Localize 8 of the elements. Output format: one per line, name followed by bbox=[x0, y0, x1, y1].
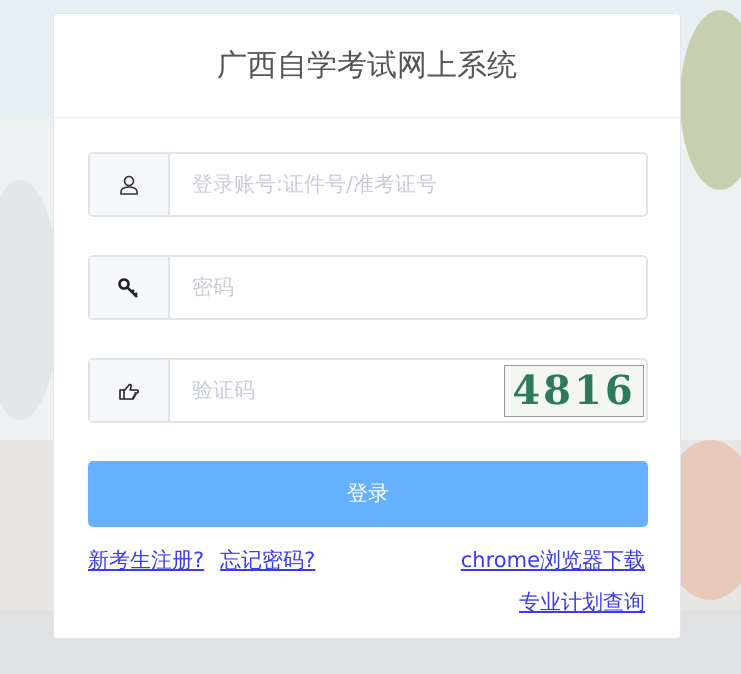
captcha-image[interactable]: 4816 bbox=[504, 364, 644, 416]
link[interactable]: chrome浏览器下载 bbox=[460, 545, 645, 576]
link[interactable]: 新考生注册? bbox=[88, 545, 204, 576]
link[interactable]: 忘记密码? bbox=[220, 545, 316, 576]
key-icon bbox=[117, 276, 141, 300]
user-icon bbox=[117, 172, 141, 196]
link[interactable]: 专业计划查询 bbox=[519, 586, 645, 618]
page-title: 广西自学考试网上系统 bbox=[217, 47, 517, 85]
